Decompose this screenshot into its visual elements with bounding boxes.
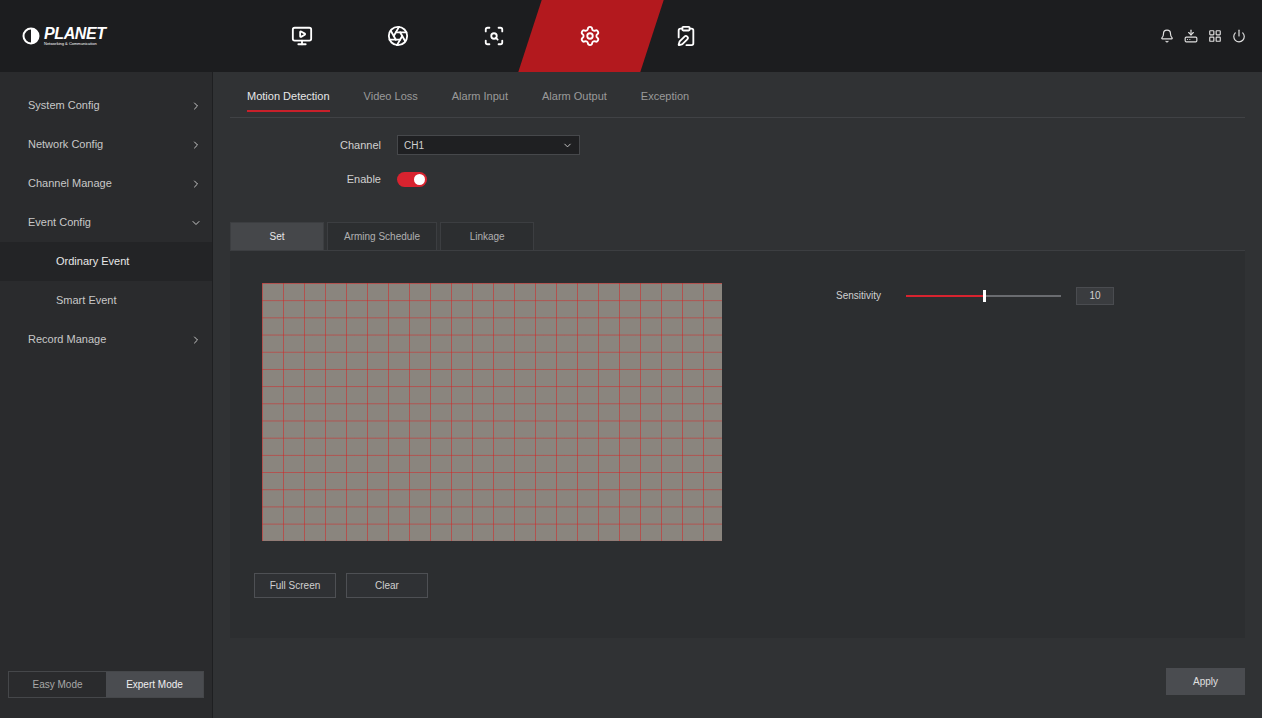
planet-logo-icon: [22, 27, 40, 45]
enable-toggle[interactable]: [397, 172, 427, 187]
layout-icon[interactable]: [1208, 29, 1222, 43]
event-tab[interactable]: Video Loss: [364, 88, 418, 112]
top-nav-item[interactable]: [542, 0, 638, 72]
chevron-right-icon: [190, 334, 202, 346]
channel-label: Channel: [247, 137, 397, 154]
search-icon: [483, 25, 505, 47]
sensitivity-value[interactable]: 10: [1076, 287, 1114, 305]
sub-tabs: SetArming ScheduleLinkage: [230, 222, 1245, 251]
event-tabs: Motion Detection Video Loss Alarm Input Ala…: [230, 72, 1245, 118]
sub-tab[interactable]: Linkage: [440, 222, 534, 250]
chevron-right-icon: [190, 100, 202, 112]
sensitivity-control: Sensitivity 10: [836, 287, 1114, 305]
sidebar-item[interactable]: System Config: [0, 86, 212, 125]
mode-switch: Easy ModeExpert Mode: [8, 671, 204, 698]
chevron-down-icon: [190, 217, 202, 229]
sidebar-item[interactable]: Network Config: [0, 125, 212, 164]
sub-tab[interactable]: Set: [230, 222, 324, 250]
enable-row: Enable: [230, 171, 1245, 188]
playback-icon: [291, 25, 313, 47]
enable-label: Enable: [247, 171, 397, 188]
event-tab[interactable]: Motion Detection: [247, 88, 330, 112]
event-tab[interactable]: Exception: [641, 88, 689, 112]
event-tab[interactable]: Alarm Output: [542, 88, 607, 112]
logo: PLANETNetworking & Communication: [0, 26, 254, 46]
panel-button[interactable]: Full Screen: [254, 573, 336, 598]
dropdown-icon: [562, 140, 573, 151]
chevron-right-icon: [190, 178, 202, 190]
sub-tab[interactable]: Arming Schedule: [327, 222, 437, 250]
logo-tagline: Networking & Communication: [44, 42, 106, 46]
sidebar-item[interactable]: Channel Manage: [0, 164, 212, 203]
set-panel: Sensitivity 10 Full Screen Clear: [230, 251, 1245, 638]
top-nav: [254, 0, 734, 72]
top-actions: [1160, 29, 1262, 43]
sidebar-item[interactable]: Smart Event: [0, 281, 212, 320]
power-icon[interactable]: [1232, 29, 1246, 43]
event-tab[interactable]: Alarm Input: [452, 88, 508, 112]
sidebar: System ConfigNetwork ConfigChannel Manag…: [0, 72, 213, 718]
sidebar-item[interactable]: Record Manage: [0, 320, 212, 359]
backup-icon[interactable]: [1184, 29, 1198, 43]
sidebar-item[interactable]: Event Config: [0, 203, 212, 242]
settings-icon: [579, 25, 601, 47]
mode-button[interactable]: Easy Mode: [9, 672, 106, 697]
top-nav-item[interactable]: [254, 0, 350, 72]
sidebar-item[interactable]: Ordinary Event: [0, 242, 212, 281]
sensitivity-slider[interactable]: [906, 290, 1061, 302]
top-nav-item[interactable]: [638, 0, 734, 72]
nvr-settings-screen: PLANETNetworking & Communication System C…: [0, 0, 1262, 718]
top-nav-item[interactable]: [350, 0, 446, 72]
logo-name: PLANET: [44, 26, 106, 42]
main-content: Motion Detection Video Loss Alarm Input Ala…: [213, 72, 1262, 718]
chevron-right-icon: [190, 139, 202, 151]
ptz-icon: [387, 25, 409, 47]
active-nav-highlight: [518, 0, 663, 72]
channel-row: ChannelCH1: [230, 135, 1245, 155]
maintenance-icon: [675, 25, 697, 47]
channel-select[interactable]: CH1: [397, 135, 580, 155]
sensitivity-label: Sensitivity: [836, 288, 894, 303]
apply-button[interactable]: Apply: [1166, 668, 1245, 695]
video-preview[interactable]: [262, 283, 722, 541]
mode-button[interactable]: Expert Mode: [106, 672, 203, 697]
panel-button[interactable]: Clear: [346, 573, 428, 598]
top-bar: PLANETNetworking & Communication: [0, 0, 1262, 72]
alarm-icon[interactable]: [1160, 29, 1174, 43]
